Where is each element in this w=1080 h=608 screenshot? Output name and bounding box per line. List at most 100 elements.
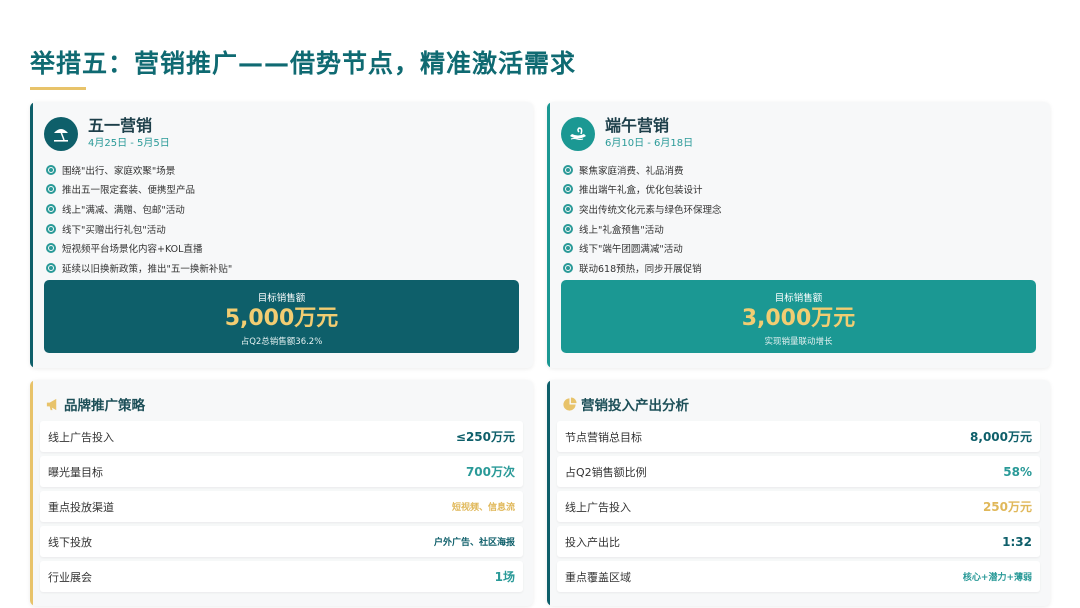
card-accent-bar (30, 380, 33, 606)
row-value: 8,000万元 (970, 430, 1032, 444)
list-item-text: 突出传统文化元素与绿色环保理念 (579, 204, 722, 216)
list-item-text: 线下"端午团圆满减"活动 (579, 244, 683, 256)
event-titles: 五一营销 4月25日 - 5月5日 (88, 116, 170, 152)
bullet-icon (46, 262, 56, 273)
section-header: 营销投入产出分析 (561, 394, 689, 414)
target-value: 3,000万元 (741, 306, 856, 331)
row-value: 250万元 (982, 500, 1032, 514)
section-header: 品牌推广策略 (44, 394, 145, 414)
list-item-text: 线上"礼盒预售"活动 (579, 224, 664, 236)
roi-analysis-card: 营销投入产出分析 节点营销总目标 8,000万元 占Q2销售额比例 58% 线上… (547, 380, 1050, 606)
list-item: 突出传统文化元素与绿色环保理念 (563, 199, 722, 219)
row-value: 700万次 (465, 465, 515, 479)
table-row: 重点覆盖区域 核心+潜力+薄弱 (557, 561, 1040, 592)
table-row: 投入产出比 1:32 (557, 526, 1040, 557)
event-titles: 端午营销 6月10日 - 6月18日 (605, 116, 693, 152)
list-item: 线下"端午团圆满减"活动 (563, 238, 722, 258)
row-value: 户外广告、社区海报 (433, 538, 515, 548)
list-item: 延续以旧换新政策，推出"五一换新补贴" (46, 258, 232, 278)
list-item-text: 线上"满减、满赠、包邮"活动 (62, 204, 185, 216)
event-bullet-list: 围绕"出行、家庭欢聚"场景 推出五一限定套装、便携型产品 线上"满减、满赠、包邮… (46, 160, 232, 278)
list-item-text: 推出端午礼盒，优化包装设计 (579, 185, 703, 197)
list-item: 线下"买赠出行礼包"活动 (46, 219, 232, 239)
pie-chart-icon (561, 396, 577, 412)
event-card-dragon-boat: 端午营销 6月10日 - 6月18日 聚焦家庭消费、礼品消费 推出端午礼盒，优化… (547, 102, 1050, 368)
row-label: 重点覆盖区域 (565, 570, 631, 584)
title-underline (30, 87, 86, 90)
row-value: ≤250万元 (455, 430, 515, 444)
brand-strategy-card: 品牌推广策略 线上广告投入 ≤250万元 曝光量目标 700万次 重点投放渠道 … (30, 380, 533, 606)
target-subtext: 占Q2总销售额36.2% (240, 337, 323, 347)
row-label: 线下投放 (48, 535, 92, 549)
brand-metric-rows: 线上广告投入 ≤250万元 曝光量目标 700万次 重点投放渠道 短视频、信息流… (40, 421, 523, 596)
bullet-icon (46, 184, 56, 195)
bullet-icon (46, 223, 56, 234)
beach-umbrella-icon (44, 117, 78, 151)
row-value: 1场 (494, 570, 515, 584)
table-row: 曝光量目标 700万次 (40, 456, 523, 487)
table-row: 线下投放 户外广告、社区海报 (40, 526, 523, 557)
event-name: 五一营销 (88, 116, 153, 135)
bullet-icon (563, 223, 573, 234)
roi-metric-rows: 节点营销总目标 8,000万元 占Q2销售额比例 58% 线上广告投入 250万… (557, 421, 1040, 596)
target-label: 目标销售额 (257, 293, 306, 304)
bullet-icon (563, 164, 573, 175)
list-item: 线上"满减、满赠、包邮"活动 (46, 199, 232, 219)
row-label: 曝光量目标 (48, 465, 103, 479)
list-item: 短视频平台场景化内容+KOL直播 (46, 238, 232, 258)
list-item: 推出端午礼盒，优化包装设计 (563, 180, 722, 200)
table-row: 节点营销总目标 8,000万元 (557, 421, 1040, 452)
table-row: 线上广告投入 ≤250万元 (40, 421, 523, 452)
bullet-icon (563, 184, 573, 195)
bullet-icon (46, 164, 56, 175)
list-item: 围绕"出行、家庭欢聚"场景 (46, 160, 232, 180)
card-accent-bar (30, 102, 33, 368)
card-accent-bar (547, 102, 550, 368)
target-value: 5,000万元 (224, 306, 339, 331)
row-label: 重点投放渠道 (48, 500, 114, 514)
row-value: 核心+潜力+薄弱 (962, 573, 1032, 583)
bullet-icon (563, 203, 573, 214)
list-item-text: 延续以旧换新政策，推出"五一换新补贴" (62, 263, 233, 275)
section-title: 营销投入产出分析 (581, 398, 689, 414)
sales-target-box: 目标销售额 3,000万元 实现销量联动增长 (561, 280, 1036, 353)
table-row: 占Q2销售额比例 58% (557, 456, 1040, 487)
bullet-icon (46, 203, 56, 214)
list-item: 推出五一限定套装、便携型产品 (46, 180, 232, 200)
list-item-text: 联动618预热，同步开展促销 (579, 263, 702, 275)
bullet-icon (46, 243, 56, 254)
event-name: 端午营销 (605, 116, 670, 135)
section-title: 品牌推广策略 (64, 398, 145, 414)
row-label: 节点营销总目标 (565, 430, 642, 444)
event-date: 6月10日 - 6月18日 (605, 138, 694, 149)
row-value: 短视频、信息流 (451, 503, 515, 513)
list-item-text: 推出五一限定套装、便携型产品 (62, 185, 196, 197)
event-header: 端午营销 6月10日 - 6月18日 (561, 116, 693, 152)
row-label: 行业展会 (48, 570, 92, 584)
page-title: 举措五：营销推广——借势节点，精准激活需求 (30, 49, 577, 78)
table-row: 重点投放渠道 短视频、信息流 (40, 491, 523, 522)
list-item-text: 围绕"出行、家庭欢聚"场景 (62, 165, 176, 177)
card-accent-bar (547, 380, 550, 606)
event-header: 五一营销 4月25日 - 5月5日 (44, 116, 170, 152)
row-label: 线上广告投入 (565, 500, 631, 514)
row-value: 1:32 (1002, 534, 1032, 549)
row-label: 线上广告投入 (48, 430, 114, 444)
row-label: 占Q2销售额比例 (565, 465, 647, 479)
event-bullet-list: 聚焦家庭消费、礼品消费 推出端午礼盒，优化包装设计 突出传统文化元素与绿色环保理… (563, 160, 722, 278)
list-item-text: 聚焦家庭消费、礼品消费 (579, 165, 684, 177)
event-date: 4月25日 - 5月5日 (88, 138, 170, 149)
list-item-text: 短视频平台场景化内容+KOL直播 (62, 244, 203, 256)
event-card-mayday: 五一营销 4月25日 - 5月5日 围绕"出行、家庭欢聚"场景 推出五一限定套装… (30, 102, 533, 368)
list-item: 联动618预热，同步开展促销 (563, 258, 722, 278)
table-row: 线上广告投入 250万元 (557, 491, 1040, 522)
bullet-icon (563, 243, 573, 254)
dragon-boat-icon (561, 117, 595, 151)
target-label: 目标销售额 (774, 293, 823, 304)
row-label: 投入产出比 (565, 535, 620, 549)
target-subtext: 实现销量联动增长 (764, 337, 833, 347)
megaphone-icon (44, 396, 60, 412)
list-item-text: 线下"买赠出行礼包"活动 (62, 224, 166, 236)
row-value: 58% (1003, 464, 1032, 479)
sales-target-box: 目标销售额 5,000万元 占Q2总销售额36.2% (44, 280, 519, 353)
